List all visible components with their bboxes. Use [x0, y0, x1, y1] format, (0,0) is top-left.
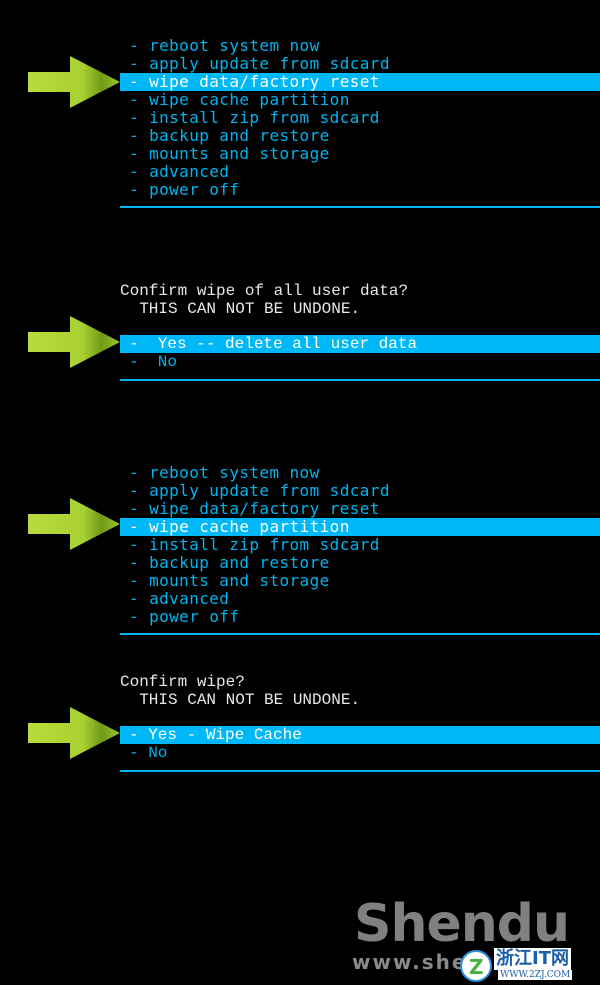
confirm-prompt: Confirm wipe? [120, 673, 245, 691]
zjit-badge-url: WWW.2ZJ.COM [498, 970, 573, 980]
arrow-pointer-icon [28, 498, 120, 550]
menu-item-advanced[interactable]: - advanced [120, 163, 600, 181]
menu-item-wipe-data-factory-reset[interactable]: - wipe data/factory reset [120, 73, 600, 91]
menu-item-reboot-system-now[interactable]: - reboot system now [120, 464, 600, 482]
zjit-logo-icon: Z [460, 950, 492, 982]
arrow-pointer-icon [28, 56, 120, 108]
confirm-prompt: Confirm wipe of all user data? [120, 282, 409, 300]
zjit-badge-title: 浙江IT网 [494, 948, 571, 970]
arrow-pointer-icon [28, 707, 120, 759]
menu-item-mounts-storage[interactable]: - mounts and storage [120, 572, 600, 590]
menu-item-wipe-data-factory-reset[interactable]: - wipe data/factory reset [120, 500, 600, 518]
menu-item-backup-restore[interactable]: - backup and restore [120, 127, 600, 145]
menu-item-wipe-cache-partition[interactable]: - wipe cache partition [120, 518, 600, 536]
zjit-badge: Z 浙江IT网 WWW.2ZJ.COM [460, 948, 580, 984]
menu-divider [120, 633, 600, 635]
option-yes-wipe-cache[interactable]: - Yes - Wipe Cache [120, 726, 600, 744]
menu-item-advanced[interactable]: - advanced [120, 590, 600, 608]
option-no[interactable]: - No [120, 744, 600, 762]
menu-divider [120, 206, 600, 208]
arrow-pointer-icon [28, 316, 120, 368]
menu-item-install-zip[interactable]: - install zip from sdcard [120, 109, 600, 127]
menu-item-mounts-storage[interactable]: - mounts and storage [120, 145, 600, 163]
shendu-watermark-logo: Shendu [354, 894, 570, 954]
menu-divider [120, 379, 600, 381]
menu-item-reboot-system-now[interactable]: - reboot system now [120, 37, 600, 55]
menu-item-wipe-cache-partition[interactable]: - wipe cache partition [120, 91, 600, 109]
menu-item-power-off[interactable]: - power off [120, 181, 600, 199]
menu-item-power-off[interactable]: - power off [120, 608, 600, 626]
shendu-watermark-url: www.she [352, 950, 468, 974]
warning-text: THIS CAN NOT BE UNDONE. [120, 691, 361, 709]
menu-item-apply-update[interactable]: - apply update from sdcard [120, 55, 600, 73]
menu-divider [120, 770, 600, 772]
option-yes-delete-all-user-data[interactable]: - Yes -- delete all user data [120, 335, 600, 353]
warning-text: THIS CAN NOT BE UNDONE. [120, 300, 361, 318]
menu-item-install-zip[interactable]: - install zip from sdcard [120, 536, 600, 554]
menu-item-apply-update[interactable]: - apply update from sdcard [120, 482, 600, 500]
option-no[interactable]: - No [120, 353, 600, 371]
menu-item-backup-restore[interactable]: - backup and restore [120, 554, 600, 572]
